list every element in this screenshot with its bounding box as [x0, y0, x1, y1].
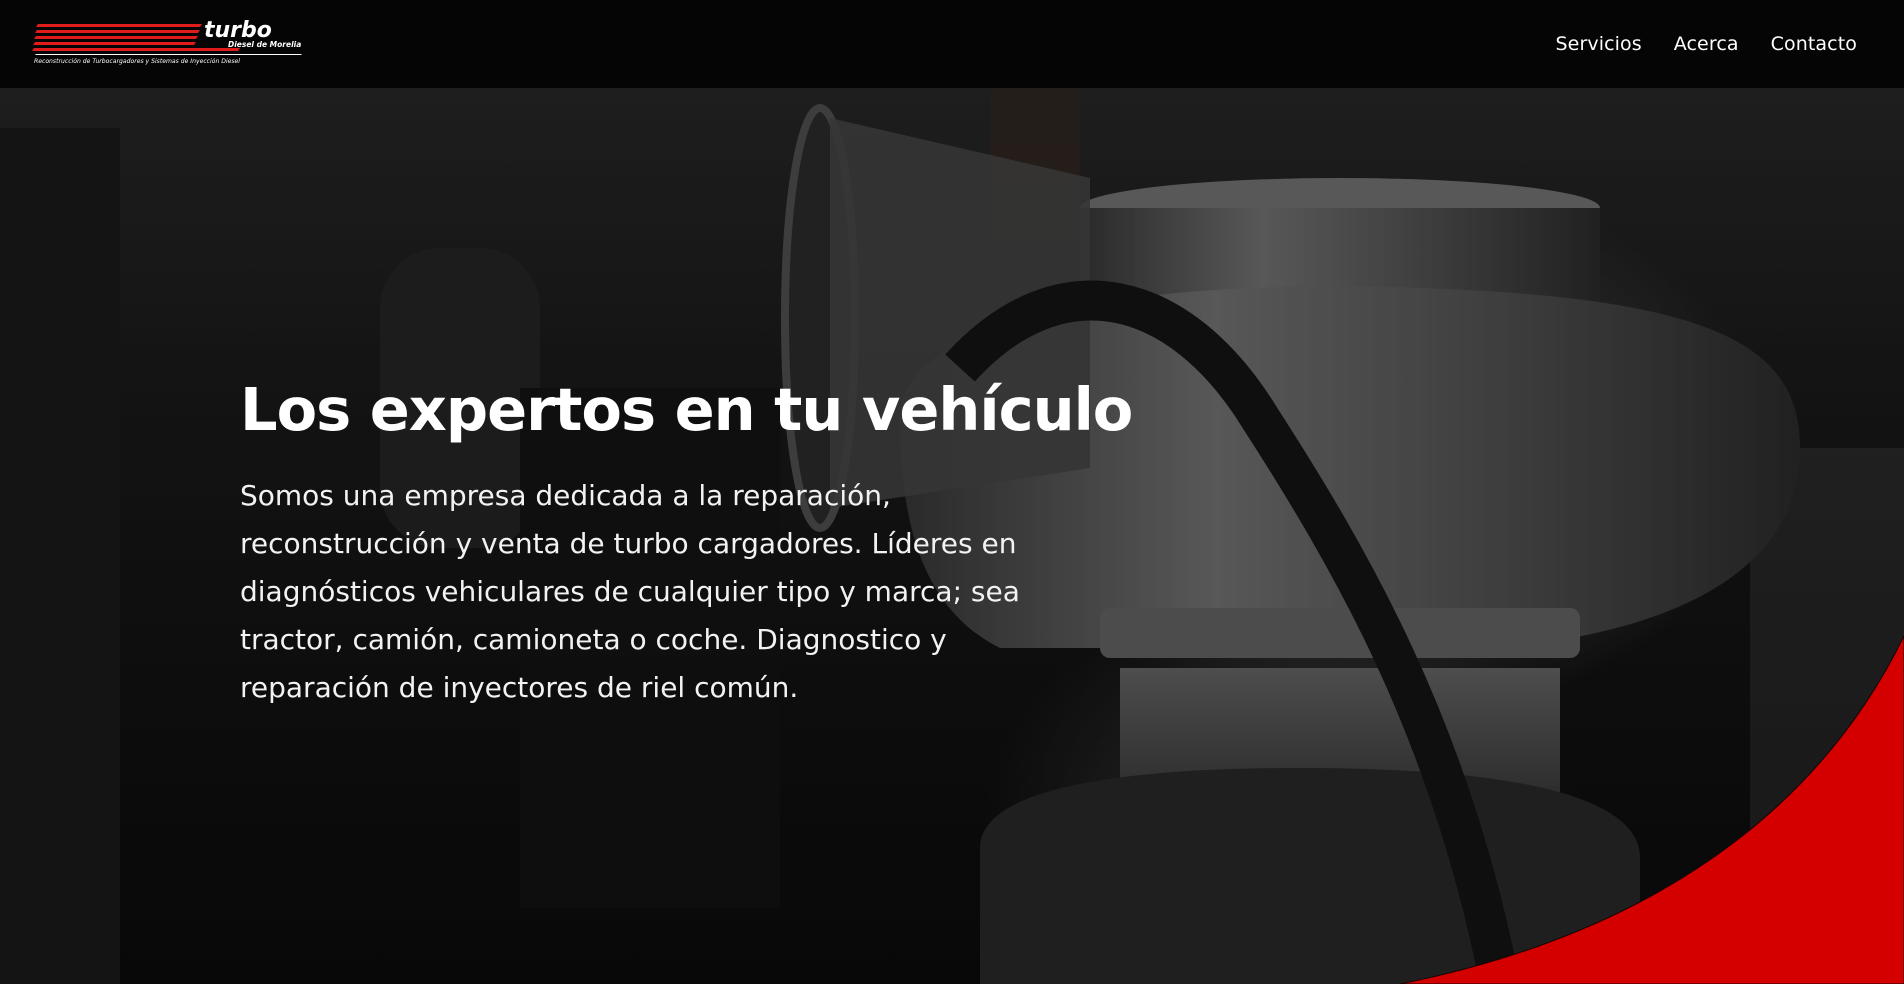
main-nav: Servicios Acerca Contacto	[1556, 31, 1857, 57]
hero-description: Somos una empresa dedicada a la reparaci…	[240, 479, 1020, 704]
brand-logo[interactable]: turbo Diesel de Morelia Reconstrucción d…	[32, 18, 304, 66]
svg-text:Diesel de Morelia: Diesel de Morelia	[228, 40, 301, 49]
svg-text:Reconstrucción de Turbocargado: Reconstrucción de Turbocargadores y Sist…	[34, 57, 240, 65]
hero-title: Los expertos en tu vehículo	[240, 375, 1133, 444]
hero-content: Los expertos en tu vehículo Somos una em…	[240, 374, 1133, 712]
logo-mark-icon: turbo Diesel de Morelia Reconstrucción d…	[32, 18, 302, 65]
nav-link-servicios[interactable]: Servicios	[1556, 31, 1642, 57]
hero-section: Los expertos en tu vehículo Somos una em…	[0, 88, 1904, 984]
site-header: turbo Diesel de Morelia Reconstrucción d…	[0, 0, 1904, 88]
nav-link-contacto[interactable]: Contacto	[1771, 31, 1857, 57]
nav-link-acerca[interactable]: Acerca	[1674, 31, 1739, 57]
